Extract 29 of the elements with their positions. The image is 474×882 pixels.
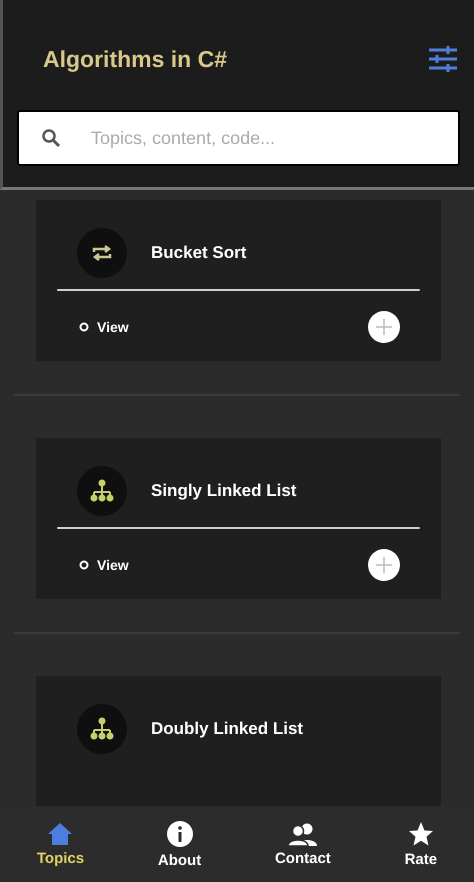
nav-tab[interactable]: About [148, 816, 212, 872]
people-icon [286, 822, 319, 846]
app-title: Algorithms in C# [43, 46, 228, 72]
plus-icon [375, 318, 393, 336]
view-link[interactable]: View [79, 557, 129, 573]
sliders-icon [428, 46, 458, 72]
plus-icon [375, 556, 393, 574]
topic-card[interactable]: Bucket Sort View [36, 200, 441, 361]
search-icon [41, 128, 61, 148]
hierarchy-icon [90, 717, 114, 741]
add-button[interactable] [368, 311, 400, 343]
nav-tab[interactable]: Topics [26, 818, 94, 870]
view-link[interactable]: View [79, 319, 129, 335]
info-icon [166, 820, 194, 848]
home-icon [47, 822, 74, 846]
search-field[interactable]: Topics, content, code... [17, 110, 460, 166]
topic-title: Doubly Linked List [151, 719, 304, 739]
small-circle-icon [79, 322, 89, 332]
topic-card[interactable]: Doubly Linked List [36, 676, 441, 806]
hierarchy-icon [90, 479, 114, 503]
star-icon [408, 820, 434, 846]
topic-card[interactable]: Singly Linked List View [36, 438, 441, 599]
topic-title: Singly Linked List [151, 481, 296, 501]
nav-tab[interactable]: Rate [394, 816, 448, 872]
sync-arrows-icon [91, 244, 113, 262]
nav-tab[interactable]: Contact [264, 818, 341, 870]
add-button[interactable] [368, 549, 400, 581]
topic-title: Bucket Sort [151, 243, 246, 263]
small-circle-icon [79, 560, 89, 570]
